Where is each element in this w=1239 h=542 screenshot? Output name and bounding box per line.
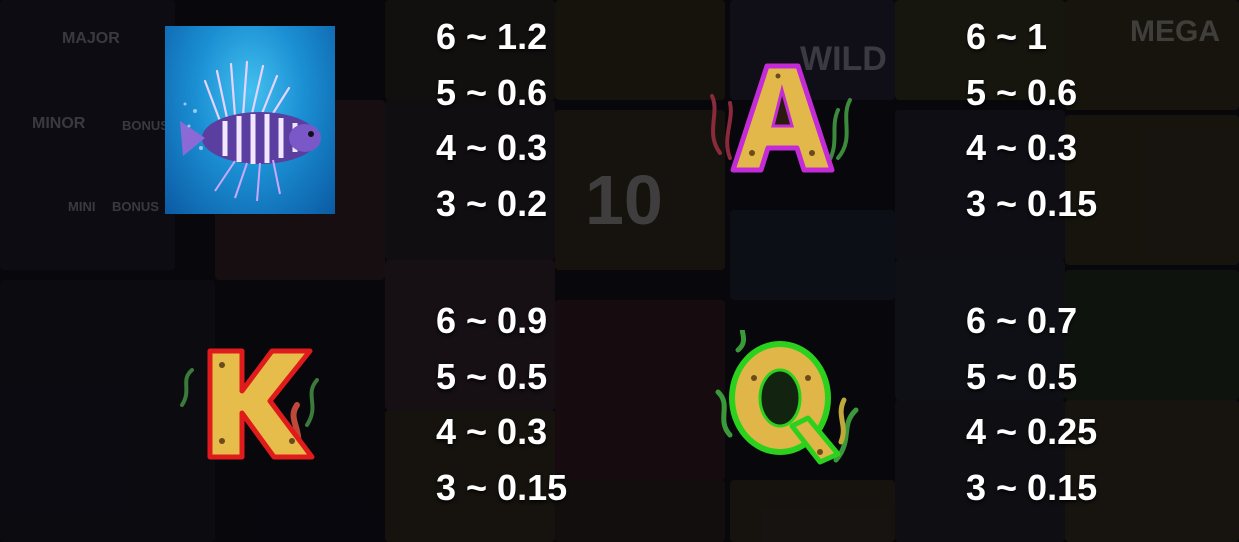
payout-line: 5 ~ 0.5	[966, 355, 1078, 397]
payout-line: 3 ~ 0.15	[436, 466, 568, 508]
payout-line: 4 ~ 0.3	[436, 127, 548, 168]
payout-line: 4 ~ 0.3	[966, 127, 1078, 168]
payout-line: 6 ~ 0.7	[966, 300, 1078, 341]
lionfish-payouts: 6 ~ 1.2 5 ~ 0.6 4 ~ 0.3 3 ~ 0.2	[436, 9, 547, 231]
payout-line: 4 ~ 0.3	[436, 411, 548, 452]
payout-line: 3 ~ 0.15	[966, 182, 1098, 224]
payout-line: 6 ~ 0.9	[436, 300, 548, 341]
lionfish-symbol-icon	[165, 26, 335, 214]
payout-line: 5 ~ 0.5	[436, 355, 548, 397]
paytable: 6 ~ 1.2 5 ~ 0.6 4 ~ 0.3 3 ~ 0.2 6 ~ 1 5 …	[0, 0, 1239, 542]
payout-line: 6 ~ 1	[966, 16, 1048, 57]
q-symbol-icon	[708, 330, 863, 470]
payout-line: 5 ~ 0.6	[966, 71, 1078, 113]
a-symbol-icon	[700, 58, 865, 183]
k-symbol-icon	[172, 345, 322, 465]
payout-line: 6 ~ 1.2	[436, 16, 548, 57]
payout-line: 4 ~ 0.25	[966, 411, 1098, 452]
q-payouts: 6 ~ 0.7 5 ~ 0.5 4 ~ 0.25 3 ~ 0.15	[966, 293, 1097, 515]
payout-line: 5 ~ 0.6	[436, 71, 548, 113]
payout-line: 3 ~ 0.15	[966, 466, 1098, 508]
k-payouts: 6 ~ 0.9 5 ~ 0.5 4 ~ 0.3 3 ~ 0.15	[436, 293, 567, 515]
a-payouts: 6 ~ 1 5 ~ 0.6 4 ~ 0.3 3 ~ 0.15	[966, 9, 1097, 231]
payout-line: 3 ~ 0.2	[436, 182, 548, 224]
